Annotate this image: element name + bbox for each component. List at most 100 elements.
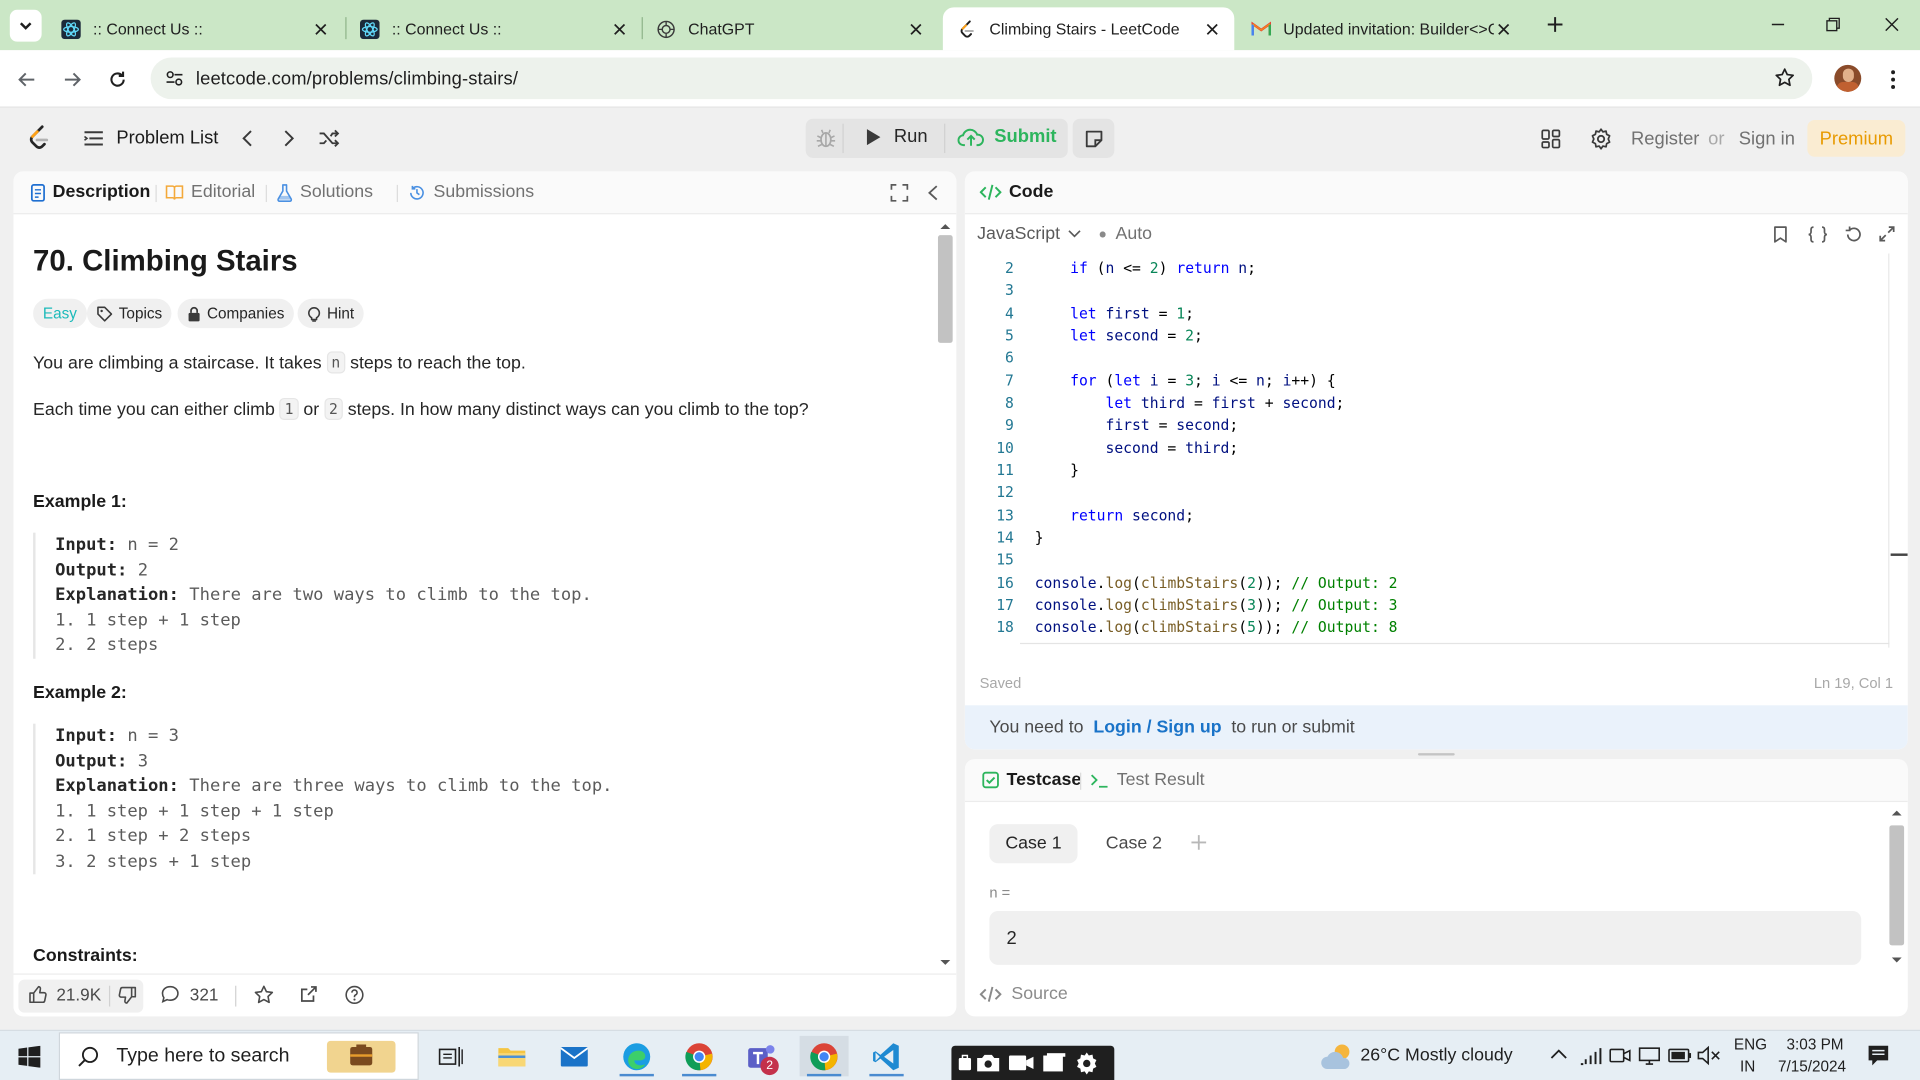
meet-now-icon[interactable]: [1609, 1046, 1631, 1066]
maximize-button[interactable]: [890, 184, 909, 202]
site-info-icon[interactable]: [165, 70, 183, 87]
video-icon[interactable]: [1008, 1054, 1035, 1071]
close-icon[interactable]: [906, 19, 926, 39]
tab-testcase[interactable]: Testcase: [982, 770, 1081, 790]
auto-mode-toggle[interactable]: Auto: [1099, 224, 1152, 244]
taskbar-search[interactable]: Type here to search: [58, 1032, 419, 1080]
star-icon[interactable]: [1774, 67, 1795, 88]
editor-scrollbar[interactable]: [1888, 253, 1908, 648]
reset-code-button[interactable]: [1844, 225, 1862, 243]
close-icon[interactable]: [610, 19, 630, 39]
submit-button[interactable]: Submit: [957, 126, 1057, 147]
teams-button[interactable]: 2: [737, 1036, 786, 1076]
chevron-up-icon[interactable]: [1550, 1048, 1567, 1060]
chrome-button[interactable]: [799, 1035, 849, 1077]
start-button[interactable]: [5, 1036, 54, 1076]
login-signup-link[interactable]: Login / Sign up: [1093, 718, 1221, 738]
sign-in-link[interactable]: Sign in: [1739, 129, 1795, 150]
file-explorer-button[interactable]: [487, 1036, 536, 1076]
display-icon[interactable]: [1638, 1046, 1660, 1066]
code-editor[interactable]: 2 if (n <= 2) return n; 3 4 let first = …: [965, 253, 1908, 648]
tab-editorial[interactable]: Editorial: [165, 182, 255, 202]
tab-code[interactable]: Code: [979, 182, 1053, 202]
prev-problem-button[interactable]: [239, 129, 256, 149]
volume-muted-icon[interactable]: [1697, 1045, 1721, 1066]
tab-submissions[interactable]: Submissions: [408, 182, 534, 202]
browser-tab[interactable]: :: Connect Us ::: [47, 7, 343, 50]
close-icon[interactable]: [1202, 19, 1222, 39]
camera-icon[interactable]: [976, 1053, 1000, 1073]
comments-button[interactable]: 321: [160, 984, 218, 1004]
chrome-profile-button[interactable]: [675, 1036, 724, 1077]
difficulty-badge[interactable]: Easy: [33, 298, 87, 329]
mail-button[interactable]: [550, 1036, 599, 1076]
testcase-scrollbar[interactable]: [1886, 806, 1908, 970]
feedback-button[interactable]: [344, 984, 365, 1005]
register-link[interactable]: Register: [1631, 129, 1699, 150]
dislike-button[interactable]: [118, 986, 138, 1006]
description-scrollbar[interactable]: [934, 214, 956, 973]
network-icon[interactable]: [1580, 1046, 1602, 1066]
random-problem-button[interactable]: [318, 129, 340, 149]
case-tab-1[interactable]: Case 1: [989, 824, 1078, 864]
tab-search-button[interactable]: [9, 9, 42, 42]
panel-resize-handle[interactable]: [1417, 753, 1455, 756]
forward-button[interactable]: [58, 65, 87, 94]
weather-text[interactable]: 26°C Mostly cloudy: [1360, 1046, 1512, 1066]
run-button[interactable]: Run: [864, 126, 928, 147]
next-problem-button[interactable]: [280, 129, 297, 149]
avatar[interactable]: [1834, 64, 1862, 92]
debug-button[interactable]: [816, 127, 838, 149]
leetcode-logo[interactable]: [27, 125, 51, 152]
browser-tab-active[interactable]: Climbing Stairs - LeetCode: [942, 7, 1235, 51]
topics-chip[interactable]: Topics: [86, 298, 172, 329]
parameter-input[interactable]: 2: [989, 911, 1862, 965]
close-window-button[interactable]: [1873, 10, 1910, 39]
browser-menu-button[interactable]: [1878, 65, 1907, 94]
task-view-button[interactable]: [426, 1036, 475, 1076]
notification-center-icon[interactable]: [1867, 1044, 1889, 1066]
format-code-button[interactable]: [1807, 225, 1828, 243]
share-button[interactable]: [299, 984, 319, 1004]
battery-icon[interactable]: [1668, 1047, 1692, 1064]
like-button[interactable]: 21.9K: [28, 984, 101, 1004]
bookmark-button[interactable]: [1773, 225, 1788, 243]
problem-list-button[interactable]: Problem List: [83, 127, 218, 148]
premium-button[interactable]: Premium: [1807, 120, 1906, 157]
edge-button[interactable]: [612, 1036, 661, 1077]
browser-tab[interactable]: ChatGPT: [642, 7, 938, 50]
minimize-button[interactable]: [1760, 10, 1797, 39]
favorite-button[interactable]: [253, 984, 274, 1005]
tab-solutions[interactable]: Solutions: [277, 182, 373, 202]
close-icon[interactable]: [311, 19, 331, 39]
hint-chip[interactable]: Hint: [297, 298, 364, 329]
add-case-button[interactable]: [1190, 834, 1207, 851]
layout-button[interactable]: [1540, 129, 1561, 150]
close-icon[interactable]: [1494, 19, 1514, 39]
companies-chip[interactable]: Companies: [177, 298, 295, 329]
cloudy-weather-icon[interactable]: [1320, 1042, 1357, 1071]
language-select[interactable]: JavaScript: [977, 224, 1081, 244]
browser-tab[interactable]: :: Connect Us ::: [345, 7, 641, 50]
address-bar[interactable]: leetcode.com/problems/climbing-stairs/: [150, 57, 1813, 100]
new-tab-button[interactable]: [1537, 10, 1574, 39]
source-button[interactable]: Source: [979, 984, 1068, 1004]
tab-test-result[interactable]: Test Result: [1090, 770, 1205, 790]
tab-description[interactable]: Description: [30, 182, 150, 202]
clock-date[interactable]: 7/15/2024: [1778, 1058, 1846, 1075]
settings-button[interactable]: [1589, 127, 1612, 150]
input-region[interactable]: IN: [1740, 1058, 1755, 1075]
gear-icon[interactable]: [1074, 1051, 1100, 1077]
collapse-panel-button[interactable]: [927, 184, 939, 202]
case-tab-2[interactable]: Case 2: [1090, 824, 1178, 863]
browser-tab[interactable]: Updated invitation: Builder<>C: [1237, 7, 1526, 50]
expand-editor-button[interactable]: [1878, 225, 1895, 242]
clock-time[interactable]: 3:03 PM: [1787, 1036, 1844, 1053]
reload-button[interactable]: [103, 65, 132, 94]
window-capture-icon[interactable]: [1042, 1053, 1066, 1073]
restore-button[interactable]: [1815, 10, 1852, 39]
notes-button[interactable]: [1072, 118, 1115, 158]
screen-capture-icon[interactable]: [956, 1053, 973, 1073]
input-language[interactable]: ENG: [1734, 1036, 1767, 1053]
vscode-button[interactable]: [862, 1036, 911, 1077]
